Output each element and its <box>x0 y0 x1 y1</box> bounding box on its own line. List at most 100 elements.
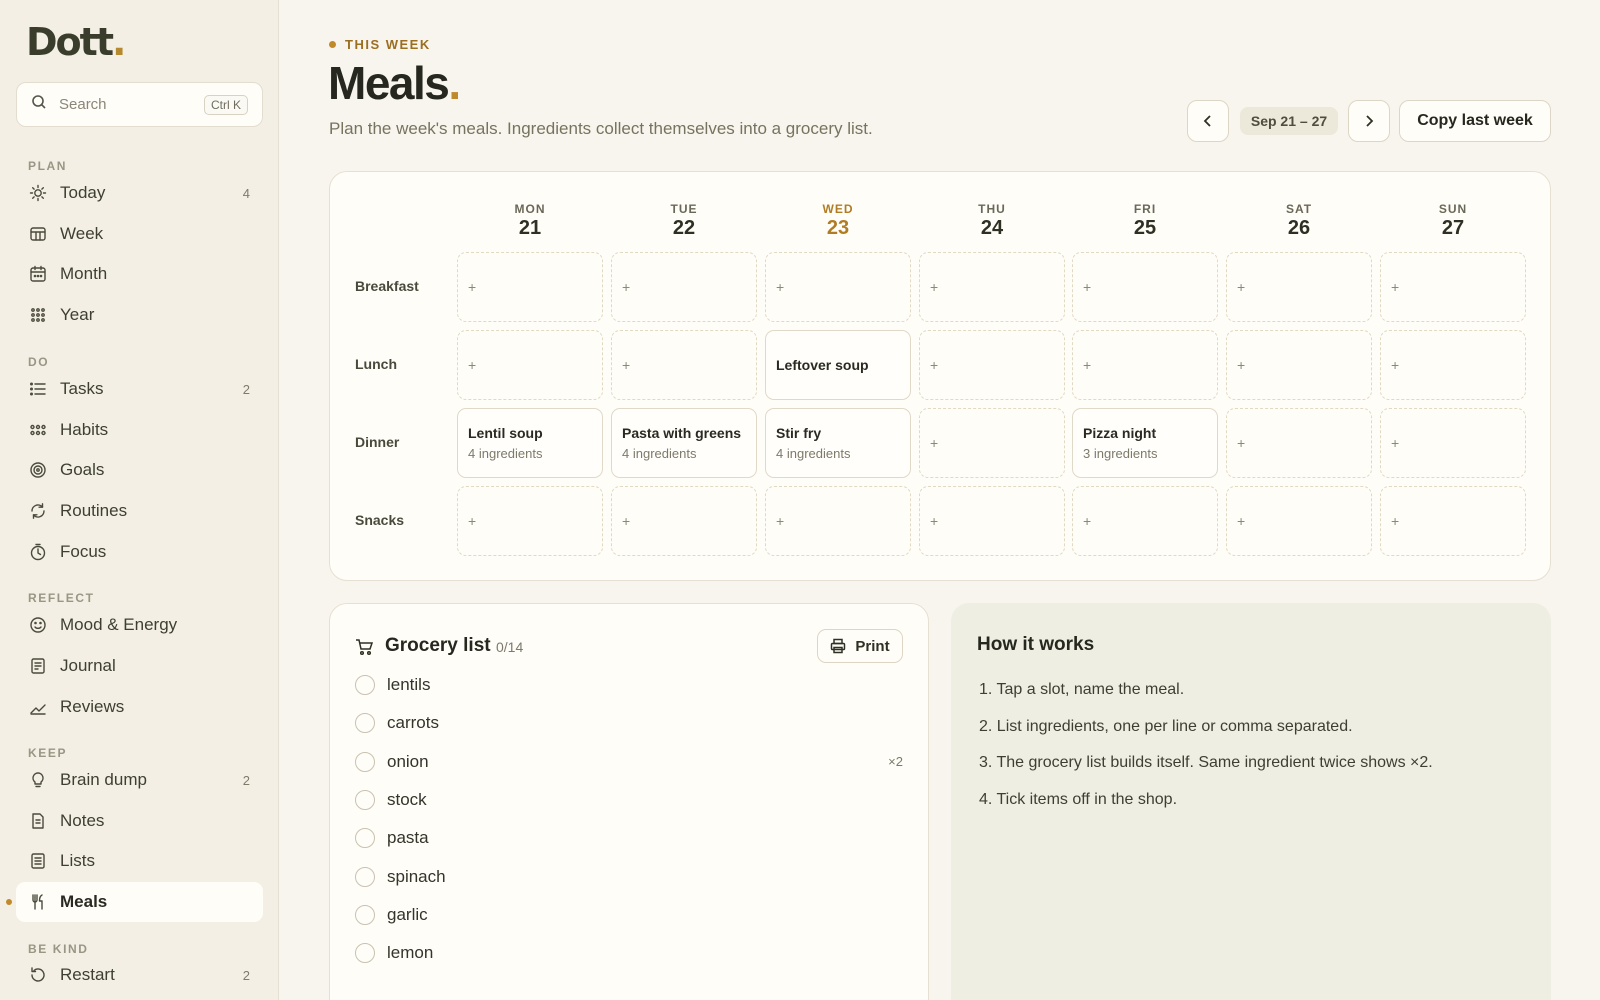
empty-meal-slot[interactable]: + <box>457 486 603 556</box>
grocery-checkbox[interactable] <box>355 943 375 964</box>
grocery-checkbox[interactable] <box>355 751 375 772</box>
empty-meal-slot[interactable]: + <box>1380 486 1526 556</box>
empty-meal-slot[interactable]: + <box>1072 330 1218 400</box>
empty-meal-slot[interactable]: + <box>1072 486 1218 556</box>
journal-icon <box>31 658 45 674</box>
sidebar-item-tasks[interactable]: Tasks 2 <box>16 369 263 409</box>
meal-card[interactable]: Pasta with greens 4 ingredients <box>611 408 757 478</box>
empty-meal-slot[interactable]: + <box>919 486 1065 556</box>
sidebar-item-label: Journal <box>60 656 116 675</box>
grocery-item-name: onion <box>387 751 429 771</box>
meal-card[interactable]: Stir fry 4 ingredients <box>765 408 911 478</box>
empty-meal-slot[interactable]: + <box>919 330 1065 400</box>
empty-meal-slot[interactable]: + <box>1380 408 1526 478</box>
search-input[interactable]: Search Ctrl K <box>16 82 263 127</box>
sidebar-item-notes[interactable]: Notes <box>16 801 263 841</box>
grocery-item[interactable]: carrots <box>355 708 903 738</box>
empty-meal-slot[interactable]: + <box>1226 252 1372 322</box>
sidebar-item-label: Focus <box>60 541 107 561</box>
empty-meal-slot[interactable]: + <box>1226 330 1372 400</box>
grocery-item[interactable]: lentils <box>355 670 903 700</box>
page-kicker: THIS WEEK <box>329 37 431 52</box>
empty-meal-slot[interactable]: + <box>765 486 911 556</box>
next-week-button[interactable] <box>1348 100 1390 142</box>
sidebar-item-year[interactable]: Year <box>16 295 263 335</box>
empty-meal-slot[interactable]: + <box>611 486 757 556</box>
sidebar-item-habits[interactable]: Habits <box>16 410 263 450</box>
empty-meal-slot[interactable]: + <box>1072 252 1218 322</box>
sidebar-section-do: DO <box>28 355 50 369</box>
empty-meal-slot[interactable]: + <box>611 252 757 322</box>
empty-meal-slot[interactable]: + <box>457 252 603 322</box>
plus-icon: + <box>1237 279 1246 295</box>
meal-card[interactable]: Pizza night 3 ingredients <box>1072 408 1218 478</box>
empty-meal-slot[interactable]: + <box>765 252 911 322</box>
empty-meal-slot[interactable]: + <box>1380 252 1526 322</box>
meal-card[interactable]: Leftover soup <box>765 330 911 400</box>
grocery-checkbox[interactable] <box>355 789 375 810</box>
day-date: 21 <box>518 217 542 239</box>
kicker-dot <box>329 41 336 48</box>
day-name: MON <box>514 202 546 216</box>
meal-card[interactable]: Lentil soup 4 ingredients <box>457 408 603 478</box>
how-it-works-step: 1. Tap a slot, name the meal. <box>979 681 1185 698</box>
note-icon <box>32 812 44 829</box>
empty-meal-slot[interactable]: + <box>919 252 1065 322</box>
sidebar-item-mood-energy[interactable]: Mood & Energy <box>16 605 263 645</box>
empty-meal-slot[interactable]: + <box>1380 330 1526 400</box>
sidebar-item-reviews[interactable]: Reviews <box>16 687 263 727</box>
day-name: SAT <box>1285 202 1313 216</box>
empty-meal-slot[interactable]: + <box>611 330 757 400</box>
prev-week-button[interactable] <box>1187 100 1229 142</box>
app-logo[interactable]: Dott. <box>26 20 126 64</box>
plus-icon: + <box>1083 513 1092 529</box>
sidebar-item-goals[interactable]: Goals <box>16 450 263 490</box>
sidebar-item-lists[interactable]: Lists <box>16 841 263 881</box>
sidebar-item-journal[interactable]: Journal <box>16 646 263 686</box>
grocery-checkbox[interactable] <box>355 866 375 887</box>
sidebar-item-label: Restart <box>60 965 115 984</box>
grocery-checkbox[interactable] <box>355 713 375 734</box>
empty-meal-slot[interactable]: + <box>1226 408 1372 478</box>
grocery-checkbox[interactable] <box>355 828 375 849</box>
sidebar-item-routines[interactable]: Routines <box>16 491 263 531</box>
search-shortcut: Ctrl K <box>204 94 248 115</box>
meal-ingredients: 4 ingredients <box>776 446 851 461</box>
grocery-item[interactable]: garlic <box>355 900 903 930</box>
sidebar-item-month[interactable]: Month <box>16 254 263 294</box>
sidebar-item-week[interactable]: Week <box>16 214 263 254</box>
sidebar-item-restart[interactable]: Restart 2 <box>16 955 263 995</box>
grocery-item[interactable]: lemon <box>355 938 903 968</box>
day-date: 25 <box>1133 217 1157 239</box>
sidebar-item-today[interactable]: Today 4 <box>16 173 263 213</box>
sidebar-item-label: Today <box>60 183 106 202</box>
how-it-works-card: How it works 1. Tap a slot, name the mea… <box>951 603 1551 1000</box>
grocery-item[interactable]: pasta <box>355 823 903 853</box>
empty-meal-slot[interactable]: + <box>919 408 1065 478</box>
grocery-item[interactable]: spinach <box>355 862 903 892</box>
sidebar-item-label: Mood & Energy <box>60 615 178 634</box>
copy-last-week-button[interactable]: Copy last week <box>1399 100 1551 142</box>
sidebar-item-label: Lists <box>60 851 95 871</box>
sidebar-item-count: 2 <box>242 772 250 788</box>
plus-icon: + <box>622 357 631 373</box>
sidebar-item-meals[interactable]: Meals <box>16 882 263 923</box>
utensils-icon <box>32 894 43 910</box>
empty-meal-slot[interactable]: + <box>457 330 603 400</box>
plus-icon: + <box>930 279 939 295</box>
sidebar-item-label: Goals <box>60 460 105 480</box>
print-button[interactable]: Print <box>817 629 903 663</box>
grocery-checkbox[interactable] <box>355 675 375 695</box>
sidebar-item-focus[interactable]: Focus <box>16 532 263 572</box>
smile-icon <box>30 617 46 633</box>
chevron-right-icon <box>1366 115 1374 127</box>
day-name: THU <box>978 202 1006 216</box>
grocery-checkbox[interactable] <box>355 904 375 925</box>
row-label-breakfast: Breakfast <box>355 278 419 294</box>
grocery-item[interactable]: onion ×2 <box>355 747 903 777</box>
grocery-item[interactable]: stock <box>355 785 903 815</box>
sidebar-item-brain-dump[interactable]: Brain dump 2 <box>16 760 263 800</box>
plus-icon: + <box>468 357 477 373</box>
empty-meal-slot[interactable]: + <box>1226 486 1372 556</box>
grocery-item-name: lentils <box>387 675 431 694</box>
